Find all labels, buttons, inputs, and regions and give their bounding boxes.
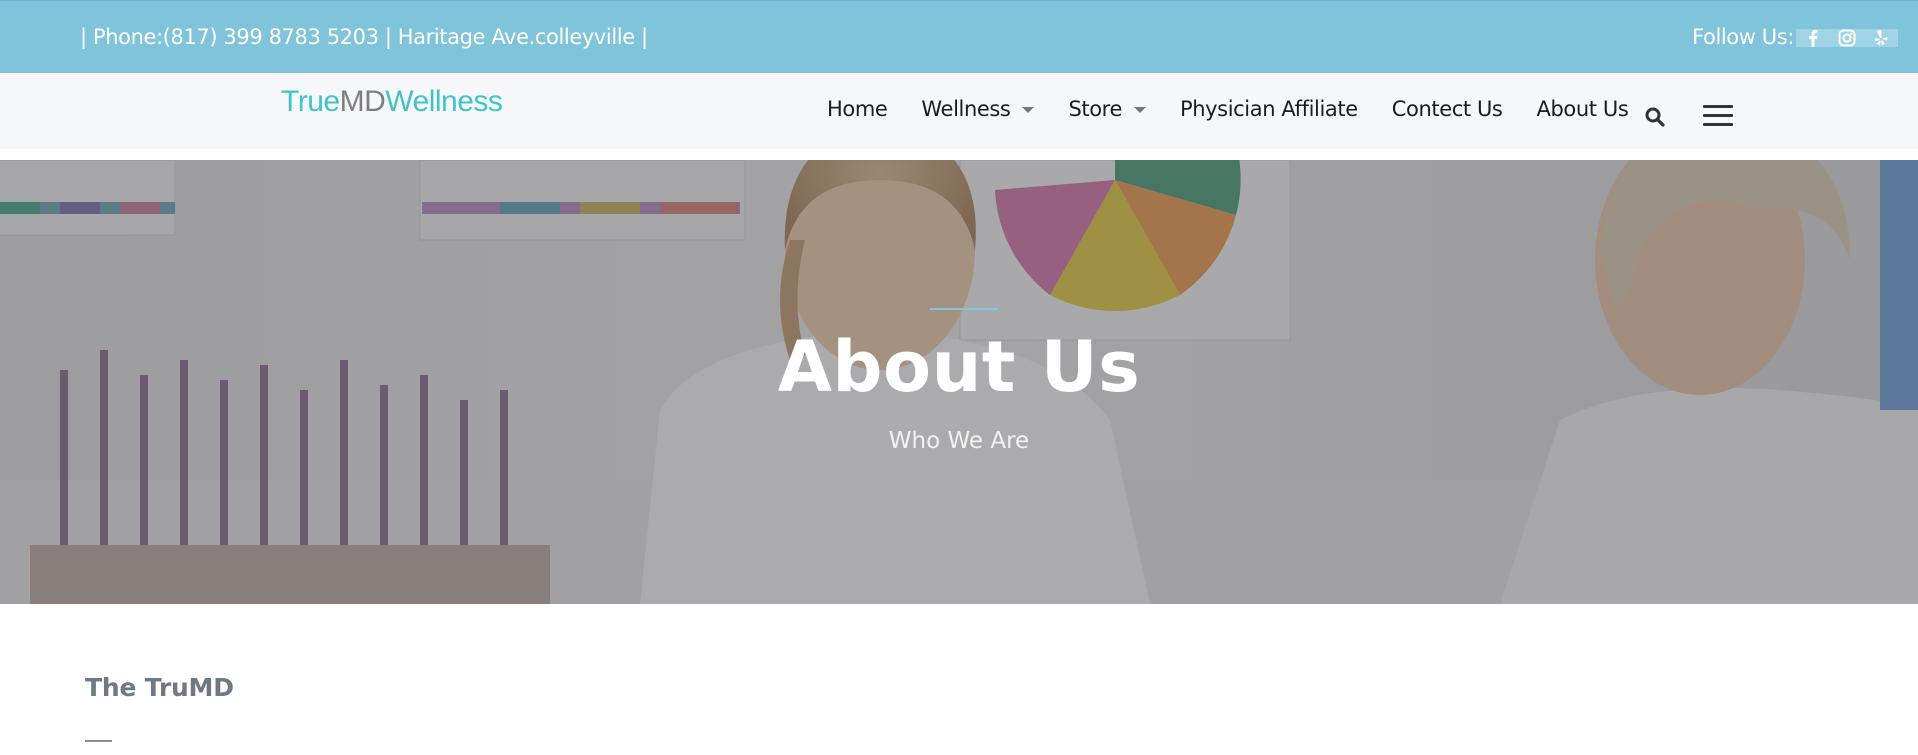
section-title: The TruMD — [85, 673, 234, 702]
nav-item-label: Physician Affiliate — [1179, 97, 1358, 121]
top-contact-bar: | Phone:(817) 399 8783 5203 | Haritage A… — [0, 0, 1918, 73]
hero-banner: About Us Who We Are — [0, 160, 1918, 604]
logo-text-true: True — [281, 85, 340, 118]
nav-item-label: Store — [1068, 97, 1122, 121]
nav-item-label: Wellness — [921, 97, 1011, 121]
search-icon[interactable] — [1644, 106, 1666, 128]
facebook-icon[interactable] — [1796, 27, 1830, 49]
instagram-icon[interactable] — [1830, 27, 1864, 49]
caret-down-icon — [1022, 107, 1035, 113]
logo-text-md: MD — [339, 85, 386, 118]
nav-item-home[interactable]: Home — [827, 97, 888, 121]
page-subtitle: Who We Are — [888, 428, 1030, 454]
nav-item-store[interactable]: Store — [1068, 97, 1146, 121]
section-divider — [85, 740, 112, 742]
social-links — [1796, 29, 1898, 47]
site-header: TrueMDWellness Home Wellness Store Physi… — [0, 73, 1918, 149]
site-logo[interactable]: TrueMDWellness — [281, 85, 503, 119]
nav-item-about-us[interactable]: About Us — [1536, 97, 1628, 121]
follow-us-label: Follow Us: — [1692, 25, 1794, 49]
nav-item-label: About Us — [1536, 97, 1629, 121]
nav-item-label: Home — [827, 97, 888, 121]
page-title: About Us — [777, 326, 1141, 408]
hamburger-menu-icon[interactable] — [1703, 105, 1733, 129]
nav-item-physician-affiliate[interactable]: Physician Affiliate — [1180, 97, 1358, 121]
hero-accent-rule — [930, 308, 998, 310]
main-nav: Home Wellness Store Physician Affiliate … — [827, 97, 1662, 121]
nav-item-wellness[interactable]: Wellness — [921, 97, 1035, 121]
yelp-icon[interactable] — [1864, 27, 1898, 49]
follow-us: Follow Us: — [1692, 25, 1898, 49]
nav-item-label: Contect Us — [1391, 97, 1503, 121]
contact-info: | Phone:(817) 399 8783 5203 | Haritage A… — [80, 25, 648, 49]
caret-down-icon — [1133, 107, 1146, 113]
nav-item-contact-us[interactable]: Contect Us — [1392, 97, 1503, 121]
logo-text-wellness: Wellness — [385, 85, 503, 118]
